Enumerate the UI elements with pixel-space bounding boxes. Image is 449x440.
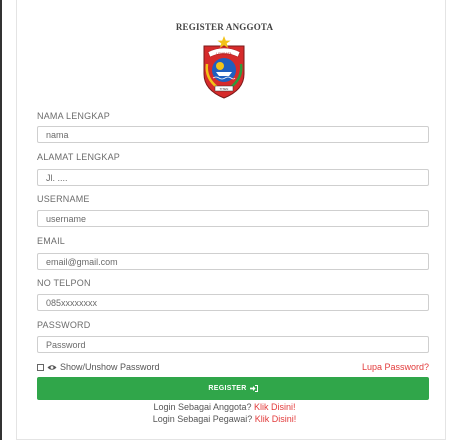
password-field[interactable] xyxy=(37,336,429,353)
window-left-border xyxy=(0,0,2,440)
svg-text:TITEN: TITEN xyxy=(220,87,229,91)
eye-icon xyxy=(47,364,57,370)
show-password-label[interactable]: Show/Unshow Password xyxy=(60,362,160,372)
alamat-field[interactable] xyxy=(37,169,429,186)
telpon-label: NO TELPON xyxy=(37,278,91,288)
login-anggota-text: Login Sebagai Anggota? xyxy=(153,402,252,412)
password-label: PASSWORD xyxy=(37,320,91,330)
svg-text:LEMBATA: LEMBATA xyxy=(216,52,232,56)
login-pegawai-text: Login Sebagai Pegawai? xyxy=(152,414,253,424)
show-password-row: Show/Unshow Password xyxy=(37,362,160,372)
sign-in-icon xyxy=(249,385,258,392)
login-anggota-line: Login Sebagai Anggota? Klik Disini! xyxy=(0,402,449,412)
register-page: REGISTER ANGGOTA LEMBATA TITEN NAMA LENG… xyxy=(0,0,449,440)
telpon-field[interactable] xyxy=(37,294,429,311)
nama-field[interactable] xyxy=(37,126,429,143)
show-password-checkbox[interactable] xyxy=(37,363,44,371)
username-field[interactable] xyxy=(37,210,429,227)
email-field[interactable] xyxy=(37,253,429,270)
login-pegawai-link[interactable]: Klik Disini! xyxy=(255,414,297,424)
forgot-password-link[interactable]: Lupa Password? xyxy=(362,362,429,372)
username-label: USERNAME xyxy=(37,194,90,204)
login-pegawai-line: Login Sebagai Pegawai? Klik Disini! xyxy=(0,414,449,424)
alamat-label: ALAMAT LENGKAP xyxy=(37,152,120,162)
login-anggota-link[interactable]: Klik Disini! xyxy=(254,402,296,412)
page-title: REGISTER ANGGOTA xyxy=(175,22,274,32)
register-button-label: REGISTER xyxy=(208,385,247,392)
email-label: EMAIL xyxy=(37,236,66,246)
regency-emblem-logo: LEMBATA TITEN xyxy=(203,36,245,99)
nama-label: NAMA LENGKAP xyxy=(37,111,110,121)
register-button[interactable]: REGISTER xyxy=(37,377,429,400)
